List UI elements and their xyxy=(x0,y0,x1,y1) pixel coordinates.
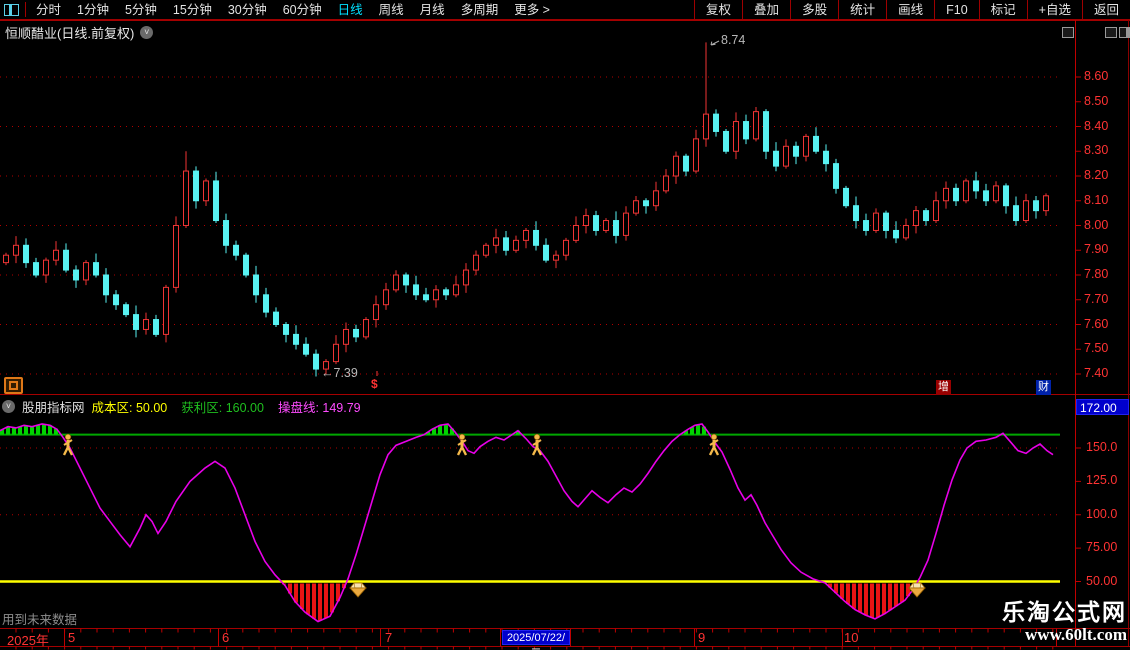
future-data-note: 用到未来数据 xyxy=(2,613,78,627)
toolbar-item[interactable]: 15分钟 xyxy=(165,0,220,20)
toolbar-item[interactable]: 复权 xyxy=(694,0,742,20)
toolbar-item[interactable]: F10 xyxy=(934,0,979,20)
toolbar-item[interactable]: 返回 xyxy=(1081,0,1130,20)
toolbar-item[interactable]: 30分钟 xyxy=(220,0,275,20)
indicator-header: ˅ 股朋指标网 成本区: 50.00 获利区: 160.00 操盘线: 149.79 xyxy=(2,397,361,416)
toolbar-item[interactable]: 日线 xyxy=(330,0,371,20)
high-price-annotation: 8.74 xyxy=(721,33,746,47)
top-toolbar: 分时 1分钟 5分钟 15分钟 30分钟 60分钟 日线 周线 月线 多周期 更多 > 复权 叠加 多股… xyxy=(0,0,1130,20)
toolbar-item[interactable]: 多周期 xyxy=(453,0,507,20)
stock-title: 恒顺醋业(日线.前复权) xyxy=(5,26,135,41)
zengfa-event-badge[interactable]: 增 xyxy=(936,380,951,395)
tdx-trading-app: 分时 1分钟 5分钟 15分钟 30分钟 60分钟 日线 周线 月线 多周期 更多 > 复权 叠加 多股… xyxy=(0,0,1130,650)
indicator-name[interactable]: 股朋指标网 xyxy=(22,397,85,416)
toolbar-item[interactable]: 分时 xyxy=(28,0,69,20)
toolbar-divider xyxy=(25,2,26,17)
indicator-values: 成本区: 50.00 获利区: 160.00 操盘线: 149.79 xyxy=(92,397,361,416)
indicator-value-2: 操盘线: 149.79 xyxy=(277,401,361,415)
watermark-site-name: 乐淘公式网 xyxy=(1002,599,1127,625)
pane-icon[interactable] xyxy=(1105,27,1117,38)
chevron-down-icon[interactable]: ˅ xyxy=(2,400,15,413)
watermark-url: www.60lt.com xyxy=(1025,625,1127,644)
toolbar-item[interactable]: 5分钟 xyxy=(117,0,165,20)
toolbar-item[interactable]: 标记 xyxy=(978,0,1027,20)
toolbar-item[interactable]: 周线 xyxy=(371,0,412,20)
toolbar-item[interactable]: 1分钟 xyxy=(69,0,117,20)
chevron-down-icon[interactable]: ˅ xyxy=(140,26,154,39)
stock-title-row[interactable]: 恒顺醋业(日线.前复权) ˅ xyxy=(5,23,154,42)
low-price-annotation: ←7.39 xyxy=(321,366,358,380)
indicator-axis-max: 172.00 xyxy=(1076,399,1129,415)
dividend-marker[interactable]: $ xyxy=(371,377,378,391)
selected-date-label: 2025/07/22/二 xyxy=(502,630,570,650)
watermark: 乐淘公式网 www.60lt.com xyxy=(1002,599,1127,645)
toolbar-item[interactable]: 更多 > xyxy=(506,0,558,20)
indicator-value-1: 获利区: 160.00 xyxy=(181,401,264,415)
toolbar-item[interactable]: 月线 xyxy=(412,0,453,20)
toolbar-item[interactable]: 多股 xyxy=(790,0,838,20)
panel-toggle-icon[interactable] xyxy=(1119,27,1130,38)
toolbar-item[interactable]: +自选 xyxy=(1026,0,1082,20)
toolbar-item[interactable]: 统计 xyxy=(838,0,886,20)
indicator-value-0: 成本区: 50.00 xyxy=(91,401,168,415)
toolbar-item[interactable]: 画线 xyxy=(886,0,934,20)
split-window-icon[interactable] xyxy=(1062,27,1074,38)
tools-menu: 复权 叠加 多股 统计 画线 F10 标记 +自选 返回 xyxy=(694,0,1130,20)
caibao-event-badge[interactable]: 财 xyxy=(1036,380,1051,395)
toolbar-item[interactable]: 60分钟 xyxy=(275,0,330,20)
return-box-icon[interactable] xyxy=(4,377,23,394)
period-menu: 分时 1分钟 5分钟 15分钟 30分钟 60分钟 日线 周线 月线 多周期 更多 > xyxy=(0,0,558,19)
window-layout-icon[interactable] xyxy=(4,3,19,16)
candlestick-and-indicator-canvas xyxy=(0,20,1130,650)
toolbar-item[interactable]: 叠加 xyxy=(742,0,790,20)
